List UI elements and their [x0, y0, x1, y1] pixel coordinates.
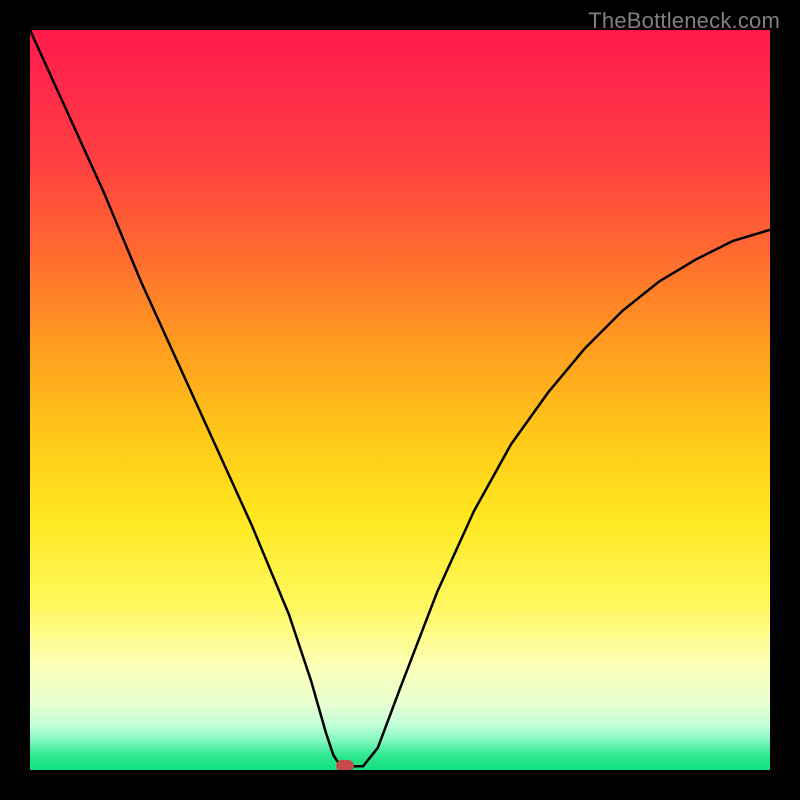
plot-area — [30, 30, 770, 770]
chart-frame: TheBottleneck.com — [0, 0, 800, 800]
minimum-marker — [336, 760, 354, 770]
bottleneck-curve — [30, 30, 770, 766]
curve-svg — [30, 30, 770, 770]
